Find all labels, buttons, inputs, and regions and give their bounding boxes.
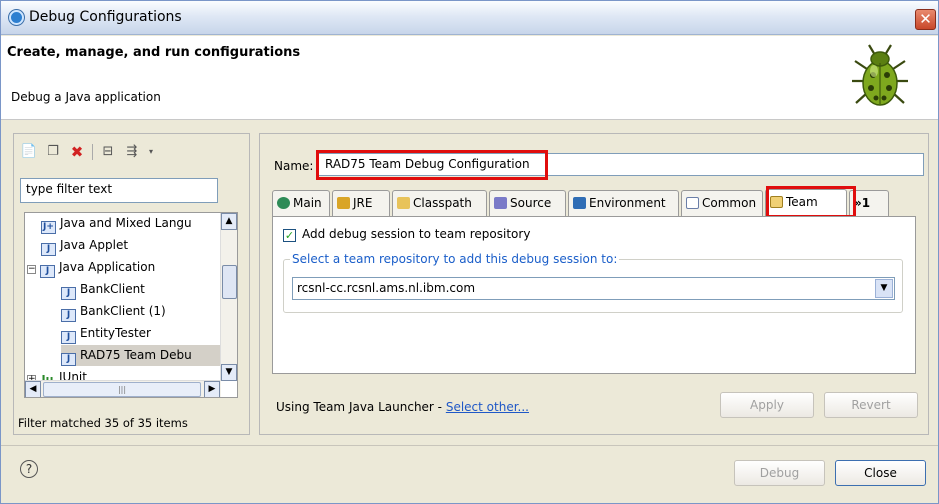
debug-button[interactable]: Debug xyxy=(734,460,825,486)
dropdown-arrow-icon[interactable]: ▾ xyxy=(147,143,155,161)
tree-item-label: EntityTester xyxy=(80,326,151,340)
tree-item[interactable]: J BankClient (1) xyxy=(61,301,166,322)
collapse-all-icon[interactable]: ⊟ xyxy=(99,143,117,161)
tab-source[interactable]: Source xyxy=(489,190,566,216)
repository-select[interactable]: rcsnl-cc.rcsnl.ams.nl.ibm.com ▼ xyxy=(292,277,895,300)
java-config-icon: J xyxy=(61,331,76,344)
dialog-header: Create, manage, and run configurations D… xyxy=(1,36,938,120)
chevron-down-icon[interactable]: ▼ xyxy=(875,279,893,298)
tree-item-label: Java Application xyxy=(59,260,156,274)
scroll-right-icon[interactable]: ▶ xyxy=(204,381,220,397)
tab-jre[interactable]: JRE xyxy=(332,190,390,216)
title-bar: Debug Configurations ✕ xyxy=(1,1,938,35)
close-window-button[interactable]: ✕ xyxy=(915,9,936,30)
tree-item-label: BankClient (1) xyxy=(80,304,166,318)
tab-label: Source xyxy=(510,196,552,210)
help-icon[interactable]: ? xyxy=(20,460,38,478)
tab-label: Classpath xyxy=(413,196,472,210)
common-tab-icon xyxy=(686,197,699,209)
tree-item-label: BankClient xyxy=(80,282,145,296)
tree-item[interactable]: J EntityTester xyxy=(61,323,151,344)
environment-tab-icon xyxy=(573,197,586,209)
scroll-thumb[interactable] xyxy=(222,265,237,299)
filter-input[interactable]: type filter text xyxy=(20,178,218,203)
tab-classpath[interactable]: Classpath xyxy=(392,190,487,216)
new-configuration-icon[interactable]: 📄 xyxy=(20,143,38,161)
toolbar-separator xyxy=(92,144,93,160)
filter-menu-icon[interactable]: ⇶ xyxy=(123,143,141,161)
tree-item[interactable]: J Java Applet xyxy=(41,235,128,256)
vertical-scrollbar[interactable]: ▲ ▼ xyxy=(220,213,237,381)
java-config-icon: J xyxy=(61,287,76,300)
add-debug-session-checkbox[interactable]: ✓ xyxy=(283,229,296,242)
name-label: Name: xyxy=(274,159,314,173)
team-tab-panel: ✓ Add debug session to team repository S… xyxy=(272,216,916,374)
revert-button[interactable]: Revert xyxy=(824,392,918,418)
scroll-left-icon[interactable]: ◀ xyxy=(25,381,41,397)
filter-status: Filter matched 35 of 35 items xyxy=(18,416,188,430)
main-tab-icon xyxy=(277,197,290,209)
header-description: Debug a Java application xyxy=(11,90,161,104)
tab-main[interactable]: Main xyxy=(272,190,330,216)
list-toolbar: 📄 ❐ ✖ ⊟ ⇶ ▾ xyxy=(20,142,155,162)
java-mixed-icon: J+ xyxy=(41,221,56,234)
configuration-tree[interactable]: J+ Java and Mixed Langu J Java Applet − J Ja… xyxy=(24,212,238,398)
configuration-list-pane: 📄 ❐ ✖ ⊟ ⇶ ▾ type filter text J+ Java and … xyxy=(13,133,250,435)
launcher-info: Using Team Java Launcher - Select other.… xyxy=(276,400,529,414)
scroll-down-icon[interactable]: ▼ xyxy=(221,364,237,381)
delete-configuration-icon[interactable]: ✖ xyxy=(68,143,86,161)
debug-configurations-window: Debug Configurations ✕ Create, manage, a… xyxy=(0,0,939,504)
tab-label: Common xyxy=(702,196,757,210)
launcher-text: Using Team Java Launcher - xyxy=(276,400,446,414)
tree-item[interactable]: J BankClient xyxy=(61,279,145,300)
tree-item[interactable]: J+ Java and Mixed Langu xyxy=(41,213,192,234)
group-label: Select a team repository to add this deb… xyxy=(290,252,620,266)
tree-item-label: Java and Mixed Langu xyxy=(60,216,192,230)
footer-divider xyxy=(1,445,938,446)
repository-group: Select a team repository to add this deb… xyxy=(283,252,903,313)
configuration-editor-pane: Name: RAD75 Team Debug Configuration Mai… xyxy=(259,133,929,435)
scroll-thumb[interactable]: ||| xyxy=(43,382,201,397)
java-application-icon: J xyxy=(40,265,55,278)
tab-label: Environment xyxy=(589,196,666,210)
tab-label: JRE xyxy=(353,196,373,210)
header-title: Create, manage, and run configurations xyxy=(7,45,301,60)
name-highlight-box xyxy=(316,150,548,180)
apply-button[interactable]: Apply xyxy=(720,392,814,418)
java-config-icon: J xyxy=(61,353,76,366)
tree-item-label: RAD75 Team Debu xyxy=(80,348,192,362)
collapse-icon[interactable]: − xyxy=(27,265,36,274)
window-title: Debug Configurations xyxy=(29,9,182,25)
jre-tab-icon xyxy=(337,197,350,209)
tree-item-selected[interactable]: J RAD75 Team Debu xyxy=(61,345,221,366)
checkbox-label: Add debug session to team repository xyxy=(302,227,531,241)
tab-environment[interactable]: Environment xyxy=(568,190,679,216)
debug-app-icon xyxy=(9,10,24,25)
tree-item[interactable]: − J Java Application xyxy=(27,257,155,278)
repository-value: rcsnl-cc.rcsnl.ams.nl.ibm.com xyxy=(297,281,476,295)
tree-item-label: Java Applet xyxy=(60,238,129,252)
close-button[interactable]: Close xyxy=(835,460,926,486)
team-tab-highlight-box xyxy=(766,186,856,218)
java-applet-icon: J xyxy=(41,243,56,256)
tab-label: Main xyxy=(293,196,322,210)
scroll-up-icon[interactable]: ▲ xyxy=(221,213,237,230)
source-tab-icon xyxy=(494,197,507,209)
duplicate-configuration-icon[interactable]: ❐ xyxy=(44,143,62,161)
java-config-icon: J xyxy=(61,309,76,322)
select-other-link[interactable]: Select other... xyxy=(446,400,529,414)
tab-common[interactable]: Common xyxy=(681,190,763,216)
bug-icon xyxy=(852,44,908,106)
classpath-tab-icon xyxy=(397,197,410,209)
horizontal-scrollbar[interactable]: ◀ ||| ▶ xyxy=(25,380,221,397)
